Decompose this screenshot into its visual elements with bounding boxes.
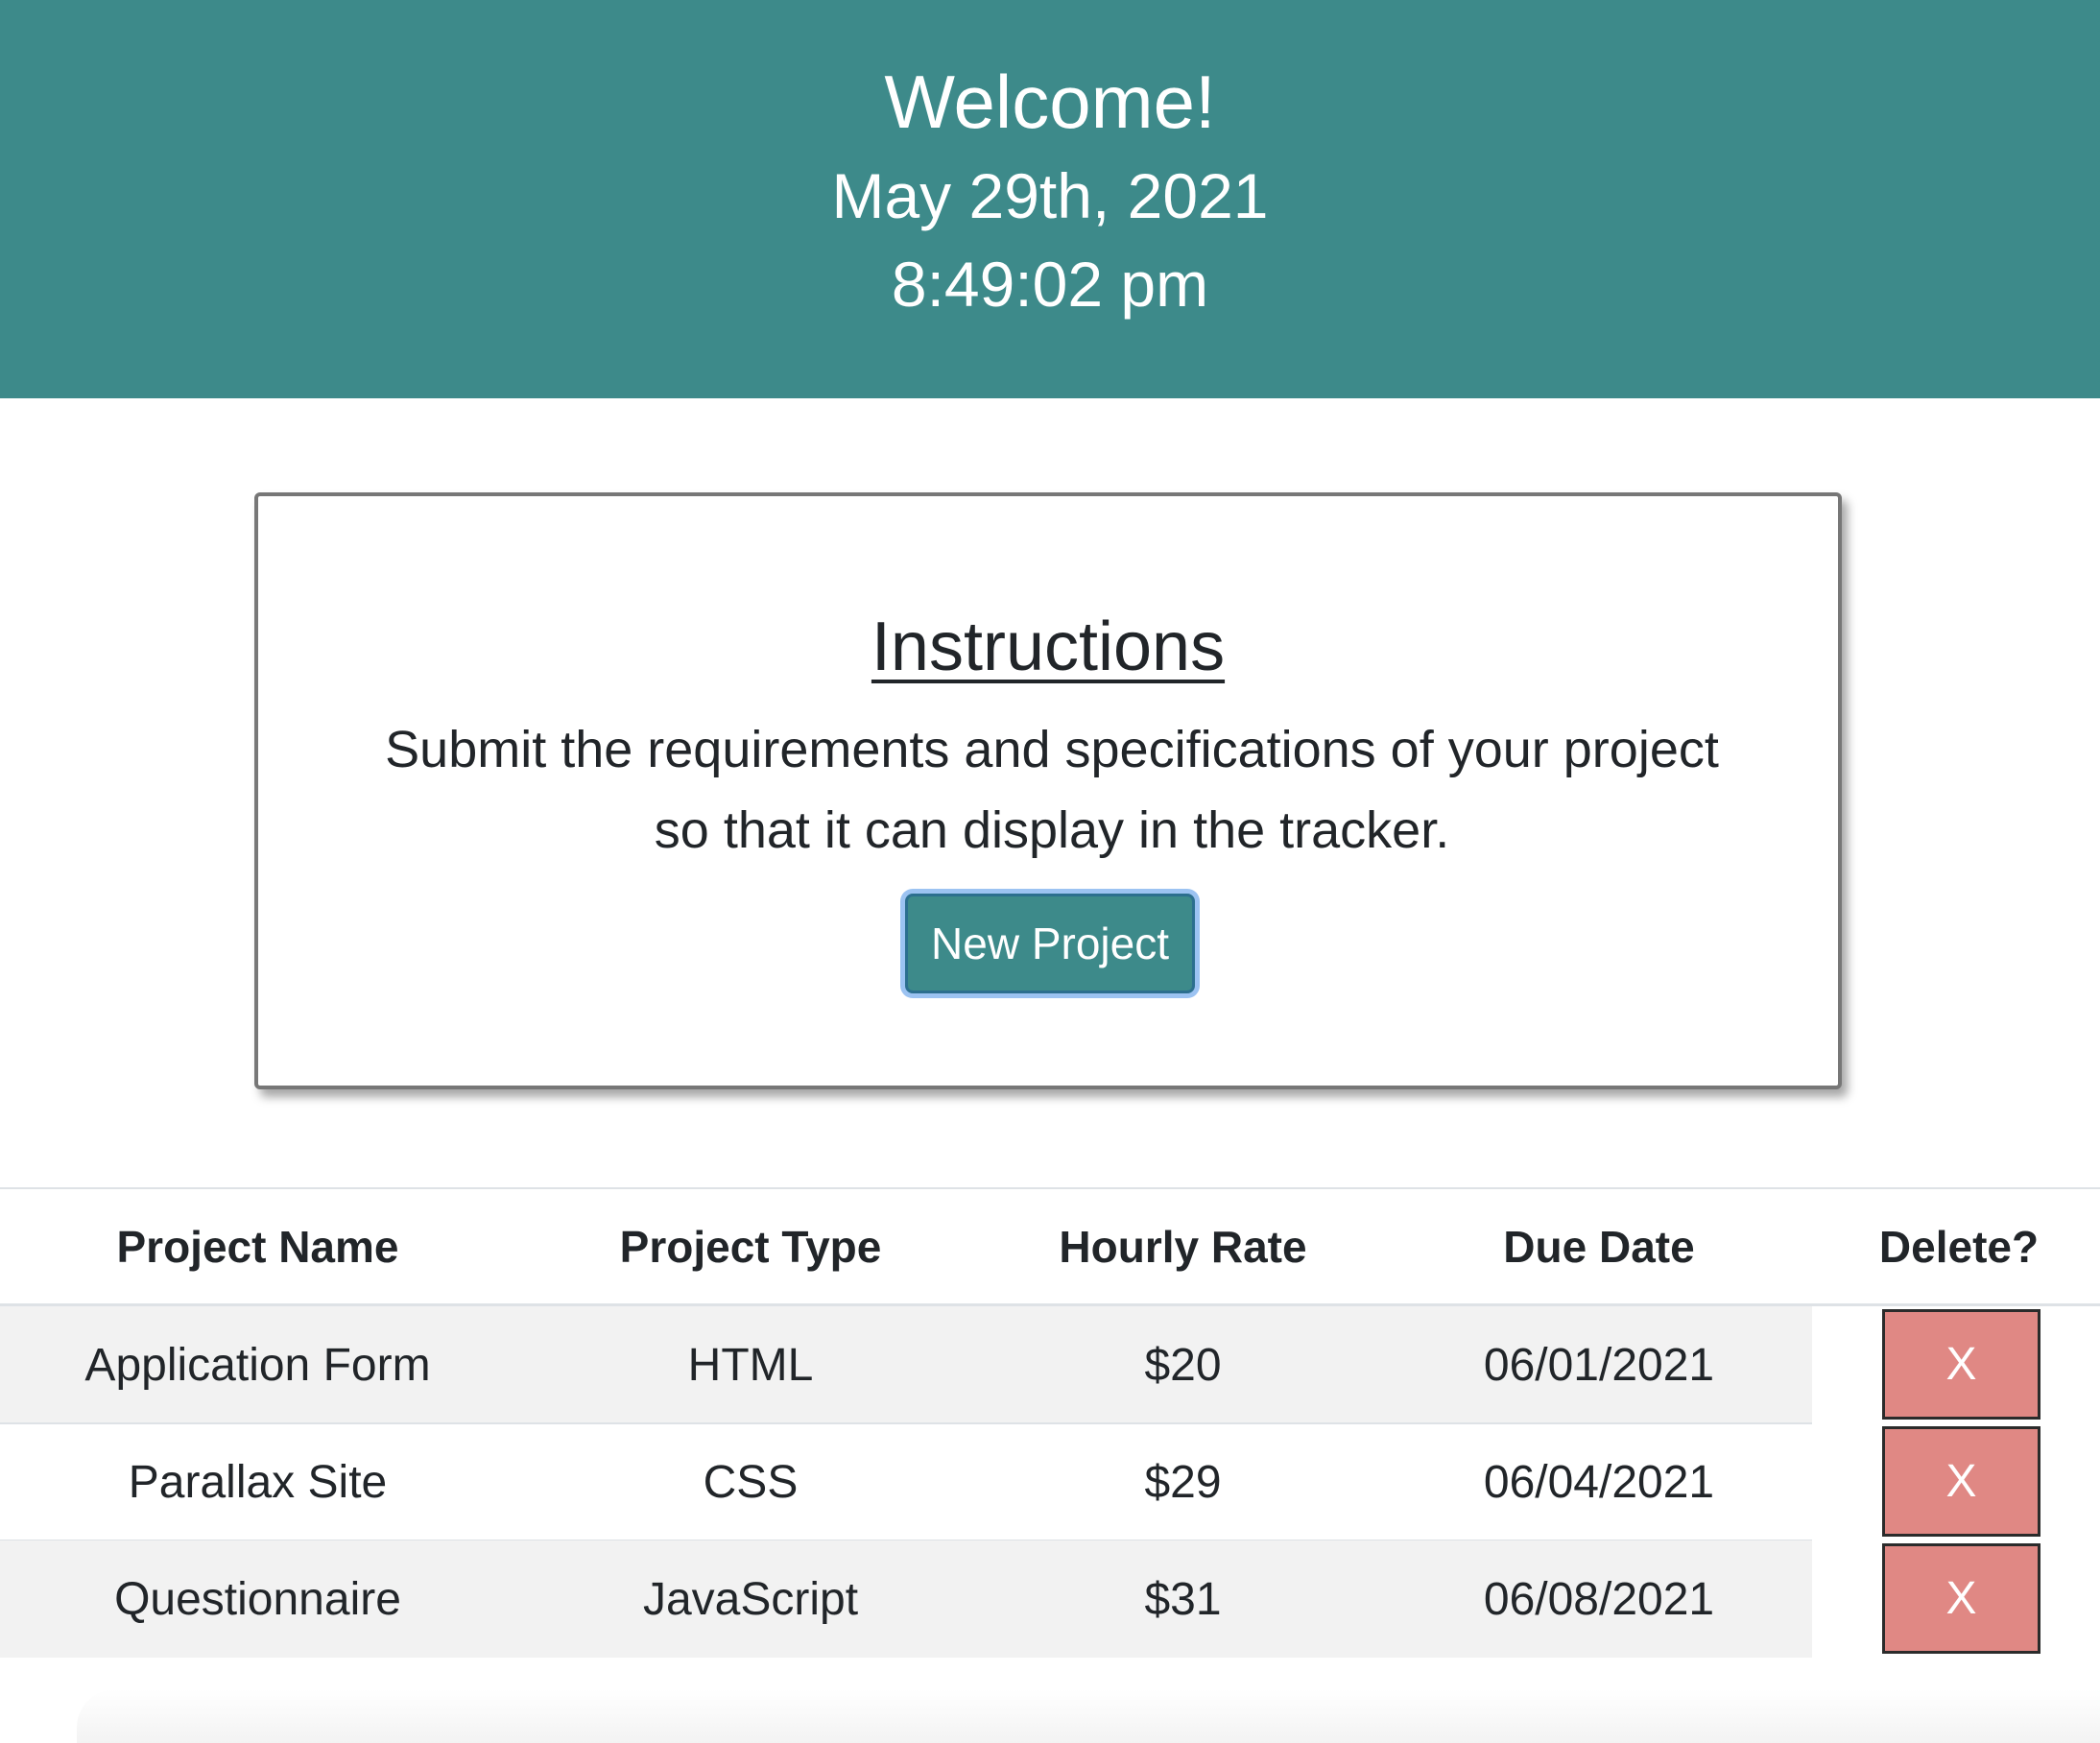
project-type-cell: JavaScript (642, 1573, 859, 1625)
column-header-project-type: Project Type (619, 1221, 882, 1272)
table-header: Project Name Project Type Hourly Rate Du… (0, 1187, 2100, 1306)
welcome-header: Welcome! May 29th, 2021 8:49:02 pm (0, 0, 2100, 398)
due-date-cell: 06/04/2021 (1483, 1456, 1715, 1508)
due-date-cell: 06/08/2021 (1483, 1573, 1715, 1625)
table-row: Questionnaire JavaScript $31 06/08/2021 … (0, 1540, 2100, 1658)
hourly-rate-cell: $20 (1144, 1339, 1222, 1391)
delete-button[interactable]: X (1882, 1543, 2040, 1654)
instructions-card: Instructions Submit the requirements and… (254, 492, 1842, 1089)
hourly-rate-cell: $29 (1144, 1456, 1222, 1508)
delete-button[interactable]: X (1882, 1309, 2040, 1420)
table-row: Application Form HTML $20 06/01/2021 X (0, 1306, 2100, 1424)
welcome-title: Welcome! (884, 60, 1216, 144)
due-date-cell: 06/01/2021 (1483, 1339, 1715, 1391)
column-header-due-date: Due Date (1503, 1221, 1695, 1272)
column-header-hourly-rate: Hourly Rate (1059, 1221, 1307, 1272)
project-type-cell: HTML (687, 1339, 814, 1391)
column-header-delete: Delete? (1878, 1221, 2040, 1272)
new-project-button[interactable]: New Project (905, 894, 1195, 993)
column-header-project-name: Project Name (116, 1221, 399, 1272)
delete-button[interactable]: X (1882, 1426, 2040, 1537)
project-name-cell: Questionnaire (114, 1573, 401, 1625)
current-date: May 29th, 2021 (831, 160, 1269, 231)
table-row: Parallax Site CSS $29 06/04/2021 X (0, 1423, 2100, 1541)
project-name-cell: Parallax Site (128, 1456, 388, 1508)
instructions-text: Submit the requirements and specificatio… (385, 721, 1719, 859)
page-bottom-shadow (77, 1689, 2100, 1743)
current-time: 8:49:02 pm (891, 249, 1209, 320)
project-type-cell: CSS (703, 1456, 799, 1508)
hourly-rate-cell: $31 (1144, 1573, 1222, 1625)
instructions-title: Instructions (871, 609, 1226, 685)
project-name-cell: Application Form (84, 1339, 431, 1391)
